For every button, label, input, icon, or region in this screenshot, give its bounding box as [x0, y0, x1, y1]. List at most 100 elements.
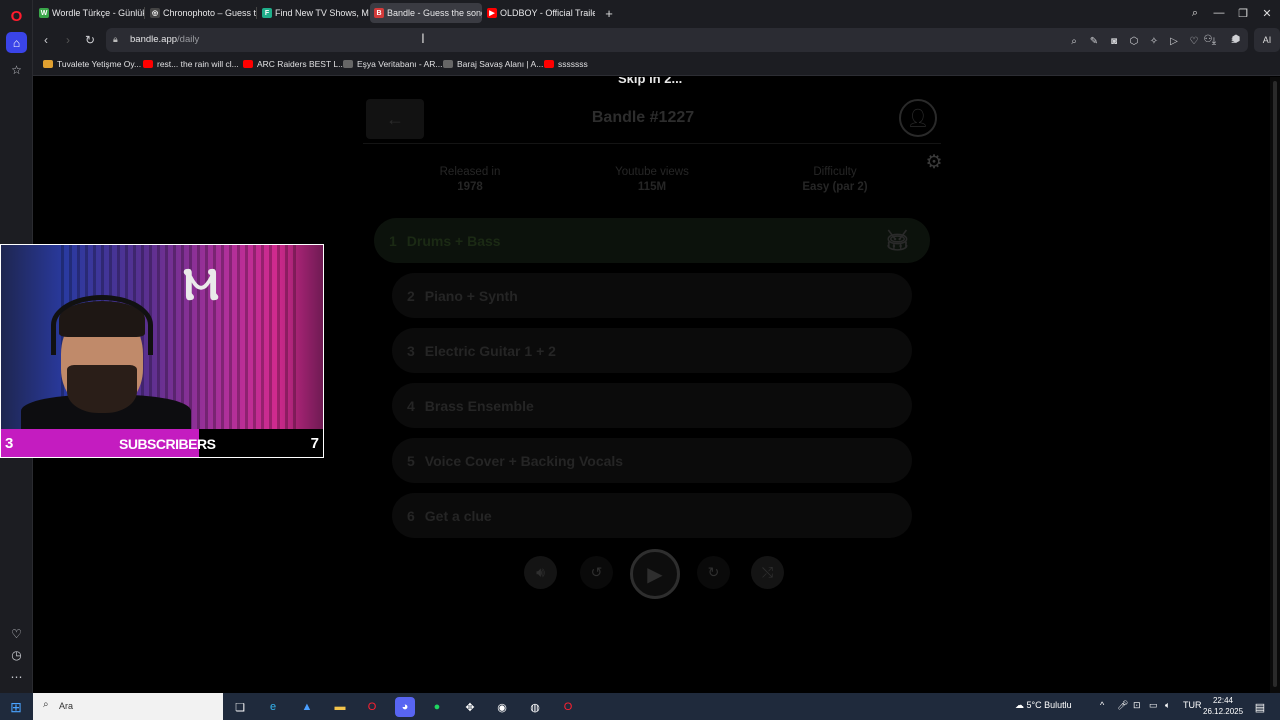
- skip-icon[interactable]: ⤭: [751, 556, 784, 589]
- round-row[interactable]: 5 Voice Cover + Backing Vocals: [392, 438, 912, 483]
- app-icon[interactable]: ✥: [460, 697, 480, 717]
- mic-icon[interactable]: 🎤︎: [1117, 700, 1128, 711]
- discord-icon[interactable]: ◕: [395, 697, 415, 717]
- store-icon[interactable]: ▲: [297, 697, 317, 717]
- network-icon[interactable]: ▭: [1149, 700, 1158, 711]
- file-explorer-icon[interactable]: ▬: [330, 697, 350, 717]
- skip-countdown: Skip in 2...: [618, 77, 683, 86]
- search-text: Ara: [59, 701, 74, 711]
- search-tabs-icon[interactable]: ⌕: [1185, 4, 1205, 22]
- taskbar-search[interactable]: ⌕ Ara: [33, 693, 223, 720]
- notifications-icon[interactable]: ▤: [1250, 697, 1270, 717]
- bookmark-icon: [443, 60, 453, 68]
- camera-icon[interactable]: ◙: [1106, 33, 1122, 49]
- bookmark-item[interactable]: Eşya Veritabanı - AR...: [343, 59, 443, 69]
- edge-icon[interactable]: e: [263, 697, 283, 717]
- round-row[interactable]: 6 Get a clue: [392, 493, 912, 538]
- volume-tray-icon[interactable]: 🔈︎: [1165, 700, 1170, 711]
- youtube-icon: [143, 60, 153, 68]
- youtube-icon: [544, 60, 554, 68]
- tab-favicon-icon: W: [39, 8, 49, 18]
- close-icon[interactable]: ✕: [1257, 4, 1277, 22]
- bookmark-icon: [343, 60, 353, 68]
- opera-logo-icon[interactable]: O: [6, 6, 27, 27]
- home-icon[interactable]: ⌂: [6, 32, 27, 53]
- edit-icon[interactable]: ✎: [1086, 33, 1102, 49]
- url-text[interactable]: bandle.app/daily: [130, 34, 199, 45]
- round-row[interactable]: 3 Electric Guitar 1 + 2: [392, 328, 912, 373]
- bookmark-item[interactable]: sssssss: [544, 59, 588, 69]
- bookmark-item[interactable]: ARC Raiders BEST L...: [243, 59, 345, 69]
- settings-gear-icon[interactable]: ⚙: [923, 151, 945, 173]
- pinboard-icon[interactable]: ☆: [6, 59, 27, 80]
- text-cursor-icon: I: [421, 30, 425, 46]
- tab-oldboy[interactable]: ▶ OLDBOY - Official Trailer: [483, 3, 595, 23]
- forward-icon[interactable]: ›: [59, 31, 77, 49]
- obs-icon[interactable]: ◍: [525, 697, 545, 717]
- aria-ai-button[interactable]: AI: [1254, 28, 1280, 52]
- wallet-icon[interactable]: ⬢: [1228, 31, 1244, 47]
- tab-find-tv-shows[interactable]: F Find New TV Shows, Mov: [258, 3, 369, 23]
- search-icon[interactable]: ⌕: [1066, 33, 1082, 49]
- tab-chronophoto[interactable]: ◎ Chronophoto – Guess the: [146, 3, 257, 23]
- tab-label: Chronophoto – Guess the: [163, 8, 257, 18]
- reload-icon[interactable]: ↻: [81, 31, 99, 49]
- page-scrollbar[interactable]: [1270, 77, 1280, 693]
- opera-icon[interactable]: O: [362, 697, 382, 717]
- history-icon[interactable]: ◷: [6, 644, 27, 665]
- stat-views: Youtube views 115M: [615, 166, 689, 193]
- tab-label: Wordle Türkçe - Günlük K: [52, 8, 145, 18]
- start-icon[interactable]: ⊞: [6, 697, 26, 717]
- new-tab-button[interactable]: +: [601, 5, 617, 21]
- clock[interactable]: 22:44 26.12.2025: [1203, 695, 1243, 717]
- tray-chevron-icon[interactable]: ^: [1100, 700, 1104, 710]
- tray-app-icon[interactable]: ⊡: [1133, 700, 1141, 711]
- tab-wordle[interactable]: W Wordle Türkçe - Günlük K: [35, 3, 145, 23]
- tab-favicon-icon: B: [374, 8, 384, 18]
- youtube-icon: [243, 60, 253, 68]
- volume-icon[interactable]: 🔊︎: [524, 556, 557, 589]
- more-icon[interactable]: ⋯: [6, 666, 27, 687]
- spotify-icon[interactable]: ●: [427, 697, 447, 717]
- extensions-icon[interactable]: ✧: [1146, 33, 1162, 49]
- task-view-icon[interactable]: ❏: [230, 697, 250, 717]
- steam-icon[interactable]: ◉: [492, 697, 512, 717]
- bookmark-item[interactable]: Tuvalete Yetişme Oy...: [43, 59, 141, 69]
- tab-bandle[interactable]: B Bandle - Guess the song: [370, 3, 482, 23]
- tab-favicon-icon: ▶: [487, 8, 497, 18]
- bookmarks-bar: Tuvalete Yetişme Oy... rest... the rain …: [33, 54, 1280, 76]
- address-row: ‹ › ↻ 🔒︎ bandle.app/daily ⌕ ✎ ◙ ⬡ ✧ ▷ ♡ …: [33, 26, 1280, 54]
- lock-icon: 🔒︎: [113, 34, 118, 44]
- weather-widget[interactable]: ☁ 5°C Bulutlu: [1015, 700, 1072, 711]
- language-indicator[interactable]: TUR: [1183, 700, 1202, 710]
- round-row[interactable]: 2 Piano + Synth: [392, 273, 912, 318]
- drum-kit-icon: 🥁︎: [884, 230, 910, 252]
- taskbar: ⊞ ⌕ Ara ❏ e ▲ ▬ O ◕ ● ✥ ◉ ◍ O ☁ 5°C Bulu…: [0, 693, 1280, 720]
- play-button[interactable]: ▶: [630, 549, 680, 599]
- ai-label: AI: [1262, 35, 1272, 45]
- profile-icon[interactable]: 👤︎: [899, 99, 937, 137]
- bookmark-item[interactable]: Baraj Savaş Alanı | A...: [443, 59, 543, 69]
- restore-icon[interactable]: ❐: [1233, 4, 1253, 22]
- rewind-icon[interactable]: ↺: [580, 556, 613, 589]
- back-icon[interactable]: ‹: [37, 31, 55, 49]
- subscriber-count-left: 3: [5, 435, 14, 452]
- address-bar[interactable]: 🔒︎ bandle.app/daily ⌕ ✎ ◙ ⬡ ✧ ▷ ♡ ⤓ ≡: [106, 28, 1248, 52]
- subscriber-bar: 3 SUBSCRIBERS 7: [1, 429, 323, 457]
- bookmark-item[interactable]: rest... the rain will cl...: [143, 59, 239, 69]
- opera-gx-icon[interactable]: O: [558, 697, 578, 717]
- round-row[interactable]: 1 Drums + Bass 🥁︎: [374, 218, 930, 263]
- game-title: Bandle #1227: [591, 109, 695, 126]
- account-icon[interactable]: ⚇: [1200, 31, 1216, 47]
- vpn-icon[interactable]: ⬡: [1126, 33, 1142, 49]
- round-row[interactable]: 4 Brass Ensemble: [392, 383, 912, 428]
- player-icon[interactable]: ▷: [1166, 33, 1182, 49]
- favorites-icon[interactable]: ♡: [6, 623, 27, 644]
- tab-label: Bandle - Guess the song: [387, 8, 482, 18]
- minimize-icon[interactable]: —: [1209, 4, 1229, 22]
- subscriber-label: SUBSCRIBERS: [119, 436, 216, 452]
- forward-icon[interactable]: ↻: [697, 556, 730, 589]
- tab-label: Find New TV Shows, Mov: [275, 8, 369, 18]
- game-back-button[interactable]: ←: [366, 99, 424, 139]
- webcam-overlay: Ⲙ 3 SUBSCRIBERS 7: [0, 244, 324, 458]
